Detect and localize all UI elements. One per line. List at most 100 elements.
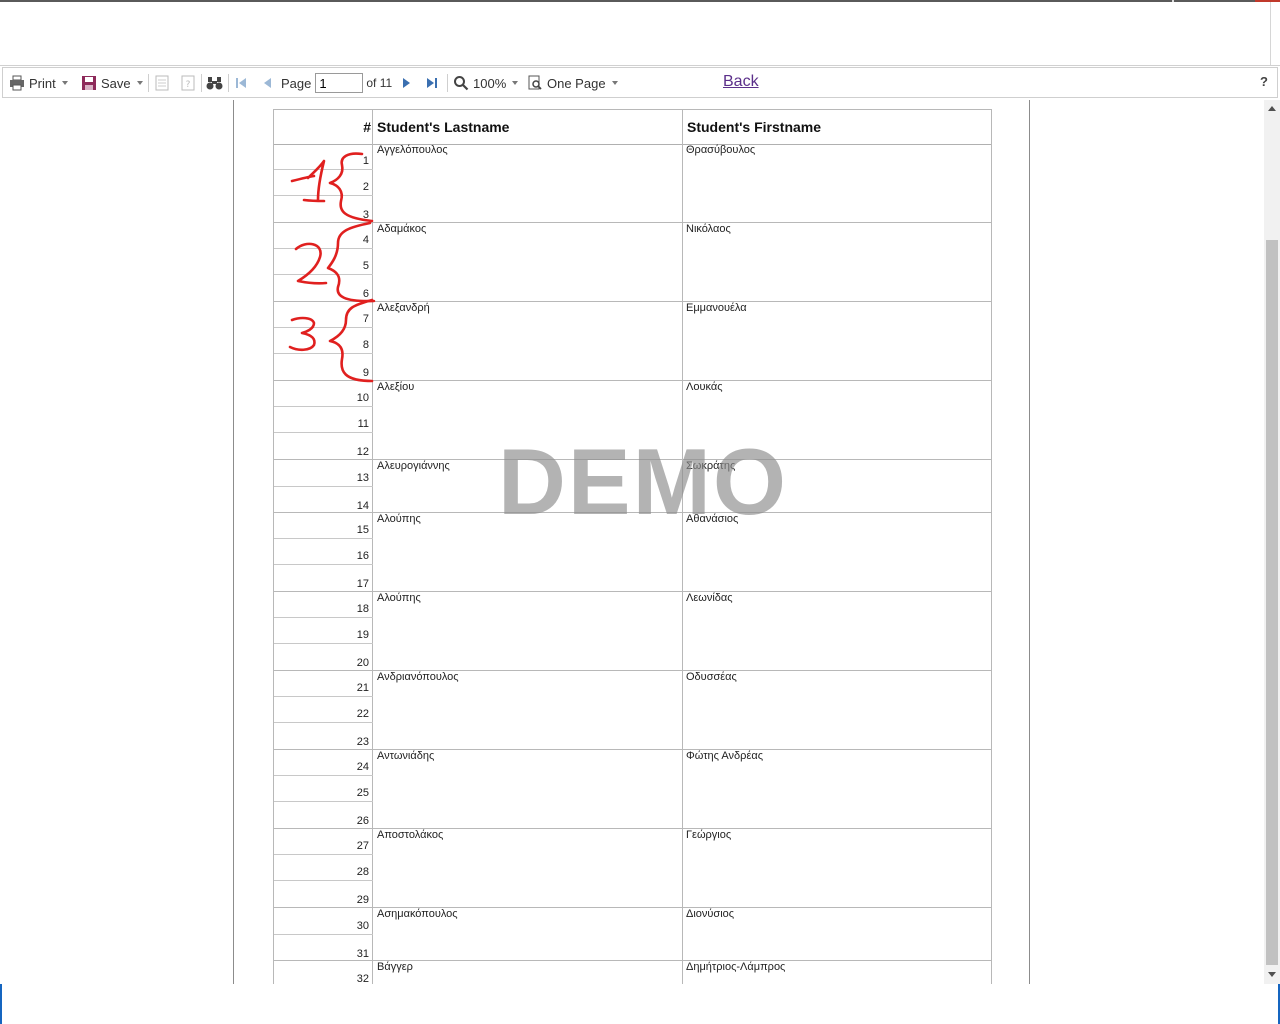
zoom-icon [454,76,469,91]
table-row-group: Αντωνιάδης Φώτης Ανδρέας 24 25 26 [274,750,991,829]
document-question-icon: ? [181,75,195,91]
find-button[interactable] [206,68,223,98]
cell-number: 23 [356,736,369,748]
last-page-icon [427,78,437,88]
annotation-numeral-2 [294,242,328,285]
parameters-button[interactable]: ? [181,68,195,98]
first-page-icon [236,78,246,88]
table-row: 31 [274,935,373,962]
page-navigator: Page of 11 [281,68,392,98]
help-button[interactable]: ? [1260,74,1268,89]
report-toolbar: Print Save ? Page 1 of 11 100% One Page … [2,67,1278,98]
page-number-input[interactable] [315,73,364,93]
toolbar-separator [148,74,149,92]
table-row: 16 [274,539,373,565]
save-dropdown-icon[interactable] [136,81,143,85]
floppy-disk-icon [82,76,96,90]
column-header-lastname: Student's Lastname [377,119,510,135]
cell-number: 16 [356,550,369,562]
toolbar-separator [201,74,202,92]
cell-number: 10 [356,392,369,404]
cell-number: 21 [356,682,369,694]
table-row: 20 [274,645,373,671]
cell-lastname: Αλούπης [377,592,421,604]
print-label: Print [29,75,56,91]
table-row: 13 [274,460,373,487]
table-row: 21 [274,671,373,697]
cell-firstname: Θρασύβουλος [686,144,756,156]
zoom-label: 100% [473,75,507,91]
scroll-down-arrow-icon[interactable] [1268,972,1276,977]
cell-lastname: Αντωνιάδης [377,750,435,762]
cell-number: 20 [356,657,369,669]
cell-number: 19 [356,629,369,641]
cell-firstname: Γεώργιος [686,829,732,841]
previous-page-icon [264,78,271,88]
vertical-scrollbar[interactable] [1264,100,1280,984]
window-close-edge[interactable] [1255,0,1280,2]
group-brace-3 [328,298,374,383]
table-row: 12 [274,434,373,460]
table-row: 11 [274,407,373,433]
next-page-button[interactable] [401,68,413,98]
scroll-up-arrow-icon[interactable] [1268,106,1276,111]
view-mode-button[interactable]: One Page [527,68,618,98]
cell-number: 24 [356,761,369,773]
cell-lastname: Αποστολάκος [377,829,444,841]
table-row: 26 [274,803,373,829]
document-icon [155,75,169,91]
table-row-group: Αλούπης Λεωνίδας 18 19 20 [274,592,991,671]
table-row-group: Αποστολάκος Γεώργιος 27 28 29 [274,829,991,908]
table-row: 25 [274,776,373,802]
page-count-label: of 11 [366,76,393,90]
table-row: 19 [274,618,373,644]
view-mode-dropdown-icon[interactable] [611,81,618,85]
save-label: Save [101,75,131,91]
last-page-button[interactable] [425,68,439,98]
table-row: 22 [274,697,373,723]
cell-firstname: Οδυσσέας [686,671,737,683]
table-row-group: Βάγγερ Δημήτριος-Λάμπρος 32 [274,961,991,984]
zoom-button[interactable]: 100% [453,68,519,98]
print-dropdown-icon[interactable] [61,81,68,85]
cell-number: 22 [356,708,369,720]
cell-lastname: Ανδριανόπουλος [377,671,459,683]
top-strip-highlight [1172,0,1174,2]
header-right-rule [1270,2,1271,66]
cell-firstname: Δημήτριος-Λάμπρος [686,961,786,973]
zoom-dropdown-icon[interactable] [512,81,519,85]
cell-number: 18 [356,603,369,615]
window-top-strip [0,0,1280,2]
next-page-icon [403,78,410,88]
cell-firstname: Λουκάς [686,381,723,393]
annotation-numeral-1 [290,159,326,203]
cell-number: 30 [356,920,369,932]
previous-page-button[interactable] [261,68,273,98]
cell-number: 28 [356,866,369,878]
svg-text:?: ? [186,80,191,90]
cell-firstname: Διονύσιος [686,908,735,920]
table-row-group: Ανδριανόπουλος Οδυσσέας 21 22 23 [274,671,991,750]
cell-lastname: Αλευρογιάννης [377,460,450,472]
cell-number: 31 [356,948,369,960]
demo-watermark: DEMO [498,429,788,534]
table-row: 15 [274,513,373,539]
annotation-numeral-3 [288,316,316,352]
cell-number: 12 [356,446,369,458]
first-page-button[interactable] [234,68,248,98]
table-row: 29 [274,882,373,908]
bookmarks-button[interactable] [155,68,169,98]
binoculars-icon [206,77,223,90]
cell-firstname: Νικόλαος [686,223,731,235]
bottom-left-edge [0,984,2,1024]
back-link[interactable]: Back [723,73,759,91]
scroll-thumb[interactable] [1266,240,1278,965]
cell-firstname: Εμμανουέλα [686,302,747,314]
table-row: 32 [274,961,373,984]
print-button[interactable]: Print [9,68,68,98]
cell-lastname: Ασημακόπουλος [377,908,458,920]
table-row: 14 [274,487,373,514]
save-button[interactable]: Save [81,68,143,98]
handwritten-annotations [288,152,376,383]
toolbar-separator [228,74,229,92]
